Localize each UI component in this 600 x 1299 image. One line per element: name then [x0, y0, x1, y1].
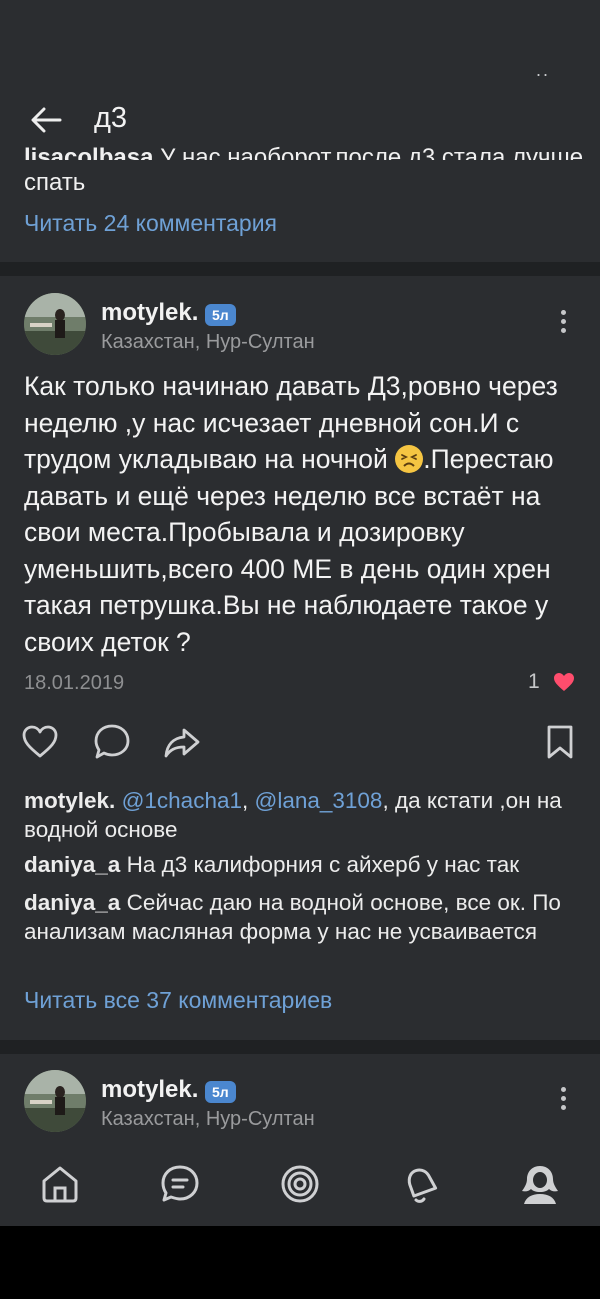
- comment-item: daniya_a Сейчас даю на водной основе, вс…: [24, 888, 584, 946]
- avatar[interactable]: [24, 1070, 86, 1132]
- more-options-button[interactable]: [553, 306, 573, 340]
- comment-continued: спать: [24, 169, 86, 196]
- post-location: Казахстан, Нур-Султан: [101, 1108, 315, 1130]
- notifications-icon: [407, 1168, 438, 1203]
- messages-icon: [161, 1165, 199, 1202]
- age-badge: 5л: [205, 1081, 236, 1103]
- post-separator: [0, 262, 600, 276]
- post-author[interactable]: motylek.: [101, 1076, 198, 1104]
- share-button[interactable]: [162, 722, 202, 762]
- read-comments-link[interactable]: Читать 24 комментария: [24, 210, 277, 237]
- post-location: Казахстан, Нур-Султан: [101, 331, 315, 353]
- arrow-left-icon: [31, 107, 62, 133]
- more-options-button[interactable]: [553, 1083, 573, 1117]
- like-button[interactable]: [20, 722, 60, 762]
- profile-icon: [522, 1166, 558, 1204]
- dot: [560, 1087, 566, 1092]
- page-title: д3: [94, 102, 128, 134]
- nav-notifications[interactable]: [398, 1162, 442, 1206]
- heart-icon: [22, 725, 58, 758]
- post-date: 18.01.2019: [24, 672, 125, 694]
- top-bar-backdrop: [0, 80, 600, 140]
- comment-author[interactable]: daniya_a: [24, 890, 120, 915]
- avatar-photo-icon: [24, 1070, 86, 1132]
- nav-profile[interactable]: [518, 1162, 562, 1206]
- post-author[interactable]: motylek.: [101, 299, 198, 327]
- comment-text: У нас наоборот,после д3 стала лучше: [153, 144, 584, 160]
- discover-icon: [281, 1165, 319, 1203]
- bookmark-icon: [547, 725, 573, 759]
- avatar[interactable]: [24, 293, 86, 355]
- post-separator: [0, 1040, 600, 1054]
- comment-author[interactable]: motylek.: [24, 788, 115, 813]
- status-indicator: ..: [535, 60, 550, 80]
- system-nav-area: [0, 1226, 600, 1299]
- dot: [560, 328, 566, 333]
- tired-face-icon: [395, 445, 424, 473]
- comment-button[interactable]: [92, 722, 132, 762]
- dot: [560, 310, 566, 315]
- dot: [560, 1105, 566, 1110]
- comment-text: На д3 калифорния с айхерб у нас так: [120, 852, 520, 877]
- avatar-photo-icon: [24, 293, 86, 355]
- age-badge: 5л: [205, 304, 236, 326]
- like-count: 1: [528, 670, 540, 693]
- comment-bubble-icon: [94, 724, 130, 759]
- comment-author[interactable]: lisacolbasa: [24, 144, 153, 160]
- dot: [560, 1096, 566, 1101]
- mention-link[interactable]: @lana_3108: [255, 788, 383, 813]
- bookmark-button[interactable]: [540, 722, 580, 762]
- nav-discover[interactable]: [278, 1162, 322, 1206]
- top-bar: lisacolbasa У нас наоборот,после д3 стал…: [0, 80, 600, 160]
- comment-separator: ,: [241, 788, 255, 813]
- share-arrow-icon: [164, 728, 200, 758]
- cut-comment: lisacolbasa У нас наоборот,после д3 стал…: [24, 144, 583, 160]
- comment-item: motylek. @1chacha1, @lana_3108, да кстат…: [24, 786, 584, 844]
- back-button[interactable]: [24, 102, 68, 138]
- status-bar: [0, 0, 600, 80]
- bottom-nav: [0, 1142, 600, 1226]
- dot: [560, 319, 566, 324]
- home-icon: [42, 1166, 78, 1203]
- mention-link[interactable]: @1chacha1: [122, 788, 242, 813]
- post-text-part2: .Перестаю давать и ещё через неделю все …: [24, 444, 554, 657]
- liked-heart-icon: [552, 670, 576, 694]
- nav-home[interactable]: [38, 1162, 82, 1206]
- read-all-comments-link[interactable]: Читать все 37 комментариев: [24, 987, 332, 1014]
- post-text: Как только начинаю давать Д3,ровно через…: [24, 368, 584, 660]
- comment-author[interactable]: daniya_a: [24, 852, 120, 877]
- comment-item: daniya_a На д3 калифорния с айхерб у нас…: [24, 850, 584, 879]
- nav-messages[interactable]: [158, 1162, 202, 1206]
